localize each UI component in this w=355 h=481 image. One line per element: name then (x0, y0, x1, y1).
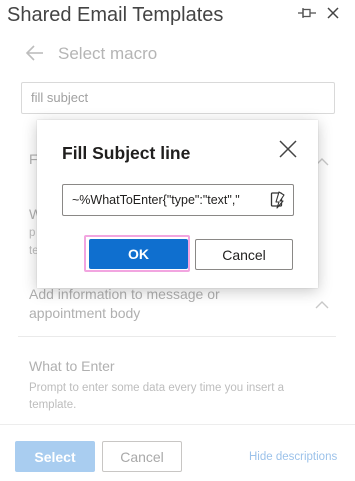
cancel-button[interactable]: Cancel (102, 441, 182, 472)
shared-templates-pane: Shared Email Templates Select macro fill… (0, 0, 355, 481)
macro-title: What to Enter (29, 358, 115, 374)
close-icon[interactable] (278, 139, 298, 159)
select-button[interactable]: Select (15, 441, 95, 472)
hide-descriptions-link[interactable]: Hide descriptions (249, 451, 337, 463)
macro-description: template. (29, 399, 77, 411)
dialog-title: Fill Subject line (62, 143, 191, 163)
macro-item-add-information[interactable]: Add information to message or appointmen… (29, 285, 220, 323)
macro-code-field[interactable]: ~%WhatToEnter{"type":"text"," (62, 184, 294, 216)
pin-icon[interactable] (296, 5, 318, 21)
divider (18, 336, 336, 337)
fill-subject-dialog: Fill Subject line ~%WhatToEnter{"type":"… (37, 120, 318, 288)
dialog-cancel-button[interactable]: Cancel (195, 239, 293, 270)
macro-desc-fragment: p (29, 227, 36, 239)
pane-title-bar: Shared Email Templates (0, 0, 355, 34)
back-arrow-icon[interactable] (24, 42, 46, 64)
macro-description: Prompt to enter some data every time you… (29, 382, 285, 394)
pane-title: Shared Email Templates (7, 4, 224, 26)
ok-button[interactable]: OK (89, 239, 188, 269)
chevron-up-icon[interactable] (315, 297, 329, 309)
footer-divider (0, 424, 355, 425)
macro-insert-icon[interactable] (269, 191, 287, 209)
macro-title: appointment body (29, 305, 141, 321)
page-title: Select macro (58, 44, 158, 63)
macro-code-text: ~%WhatToEnter{"type":"text"," (72, 193, 240, 207)
search-input[interactable]: fill subject (21, 82, 335, 114)
close-pane-icon[interactable] (322, 3, 344, 23)
macro-item-what-to-enter[interactable]: What to Enter Prompt to enter some data … (29, 357, 284, 414)
